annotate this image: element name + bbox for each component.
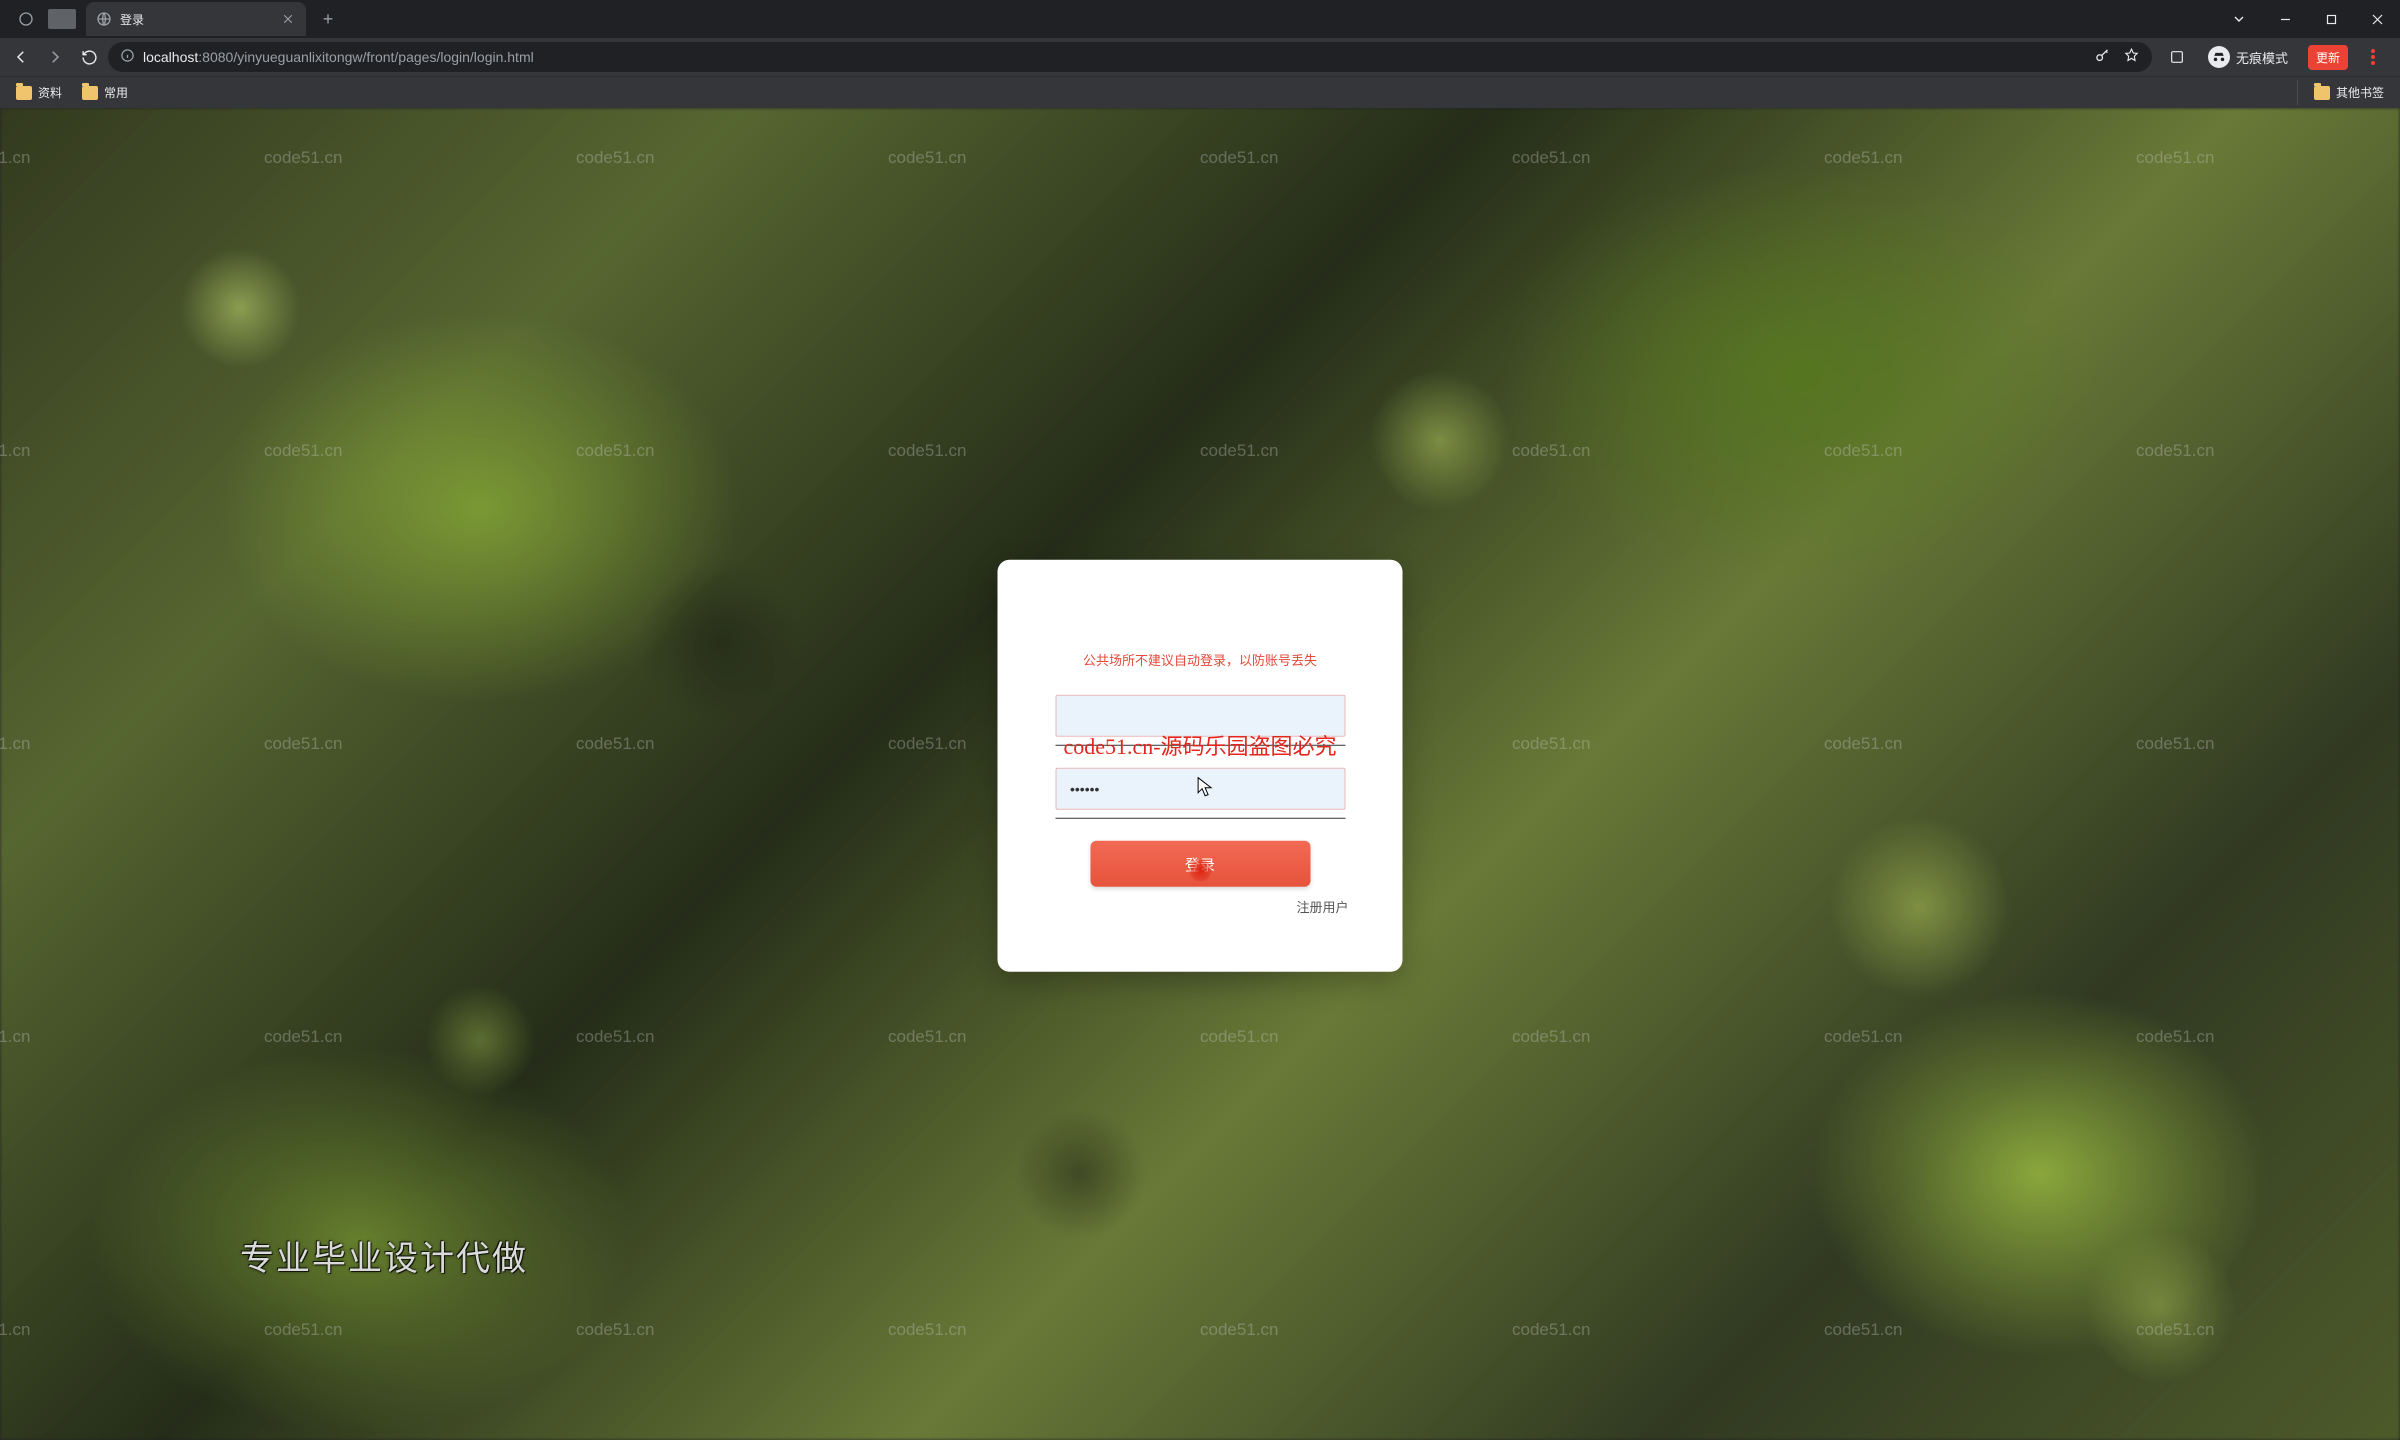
forward-button[interactable] [40,42,70,72]
login-button[interactable]: 登录 [1090,841,1310,887]
username-input[interactable] [1055,695,1345,737]
folder-icon [82,86,98,100]
browser-window: 登录 + [0,0,2400,1440]
key-icon[interactable] [2094,47,2111,67]
field-underline [1055,745,1345,746]
folder-icon [16,86,32,100]
incognito-label: 无痕模式 [2236,48,2288,67]
info-icon[interactable] [120,48,135,66]
password-input[interactable] [1055,768,1345,810]
menu-button[interactable] [2358,42,2388,72]
new-tab-button[interactable]: + [314,5,342,33]
page-viewport: code51.cncode51.cncode51.cncode51.cncode… [0,108,2400,1440]
page-caption: 专业毕业设计代做 [240,1231,528,1280]
url-text: localhost:8080/yinyueguanlixitongw/front… [143,49,534,65]
extensions-icon[interactable] [2162,42,2192,72]
star-icon[interactable] [2123,47,2140,67]
login-card: 公共场所不建议自动登录，以防账号丢失 登录 注册用户 [998,560,1403,972]
tab-placeholder-icon [48,9,76,29]
login-warning: 公共场所不建议自动登录，以防账号丢失 [1034,650,1367,669]
extensions-area: 无痕模式 更新 [2156,42,2394,72]
update-button[interactable]: 更新 [2308,45,2348,70]
folder-icon [2314,86,2330,100]
chevron-down-icon[interactable] [2216,0,2262,38]
register-link[interactable]: 注册用户 [1034,897,1349,916]
globe-icon [96,11,112,27]
username-field [1055,695,1345,746]
reload-button[interactable] [74,42,104,72]
tab-close-icon[interactable] [280,11,296,27]
window-maximize-button[interactable] [2308,0,2354,38]
incognito-indicator: 无痕模式 [2202,46,2294,68]
password-field [1055,768,1345,819]
bookmark-label: 资料 [38,84,62,101]
bookmark-folder[interactable]: 常用 [74,80,136,105]
tab-title: 登录 [120,11,272,28]
window-controls [2216,0,2400,38]
tab-strip: 登录 + [0,0,2400,38]
browser-tab[interactable]: 登录 [86,2,306,36]
address-bar: localhost:8080/yinyueguanlixitongw/front… [0,38,2400,76]
bookmark-folder[interactable]: 资料 [8,80,70,105]
back-button[interactable] [6,42,36,72]
bookmark-label: 常用 [104,84,128,101]
bookmarks-bar: 资料 常用 其他书签 [0,76,2400,108]
window-minimize-button[interactable] [2262,0,2308,38]
other-bookmarks[interactable]: 其他书签 [2306,80,2392,105]
app-icon [12,5,40,33]
incognito-icon [2208,46,2230,68]
window-close-button[interactable] [2354,0,2400,38]
url-input[interactable]: localhost:8080/yinyueguanlixitongw/front… [108,42,2152,72]
bookmark-label: 其他书签 [2336,84,2384,101]
field-underline [1055,818,1345,819]
